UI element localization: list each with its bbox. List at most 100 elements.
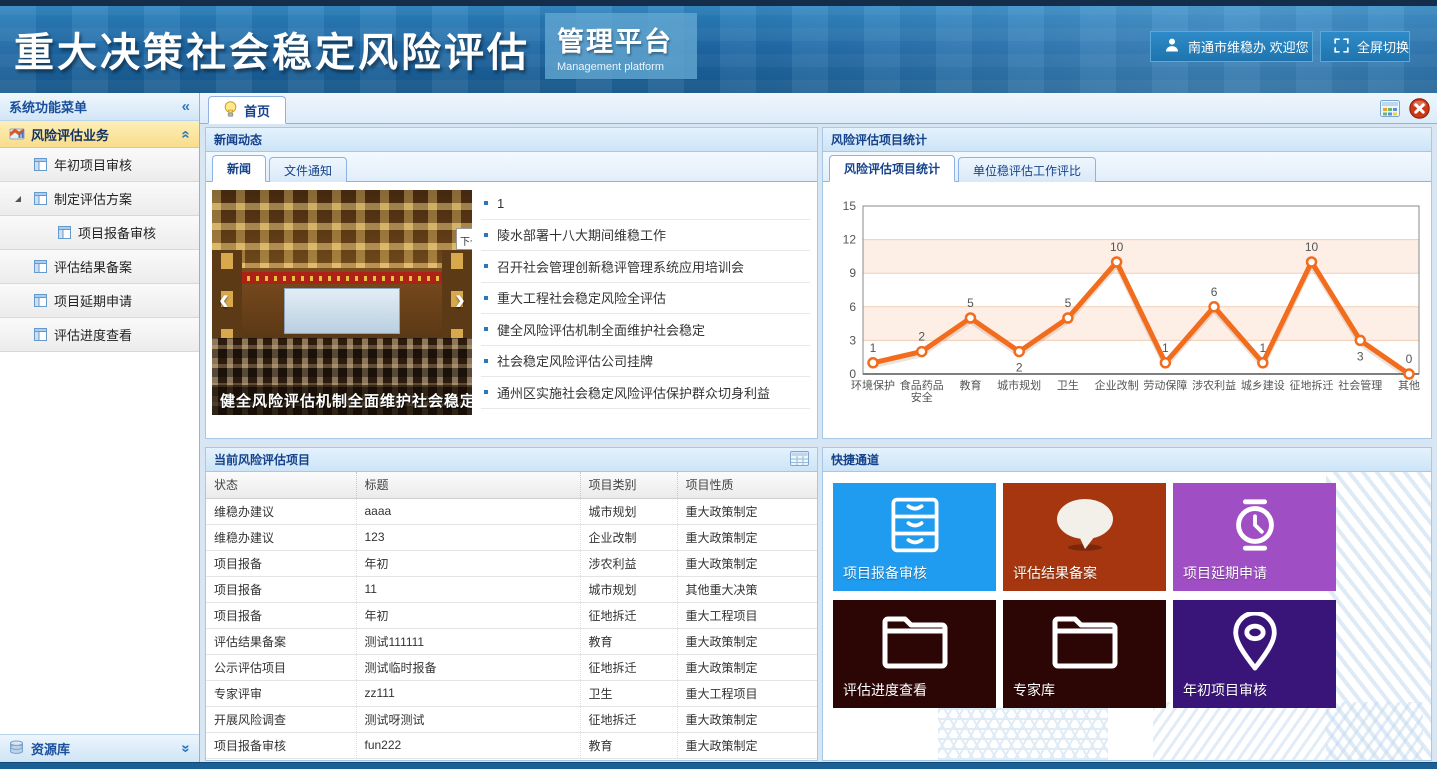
column-header[interactable]: 标题 [356, 472, 580, 498]
form-window-icon [34, 260, 47, 273]
app-window: 重大决策社会稳定风险评估 管理平台 Management platform 南通… [0, 0, 1437, 769]
table-row[interactable]: 项目报备年初涉农利益重大政策制定 [206, 550, 817, 576]
table-row[interactable]: 公示评估项目测试临时报备征地拆迁重大政策制定 [206, 654, 817, 680]
svg-text:卫生: 卫生 [1057, 378, 1079, 392]
quick-tile[interactable]: 评估进度查看 [833, 600, 996, 708]
chevron-down-double-icon[interactable]: » [178, 744, 193, 752]
svg-text:1: 1 [870, 341, 877, 355]
app-subtitle-en: Management platform [557, 61, 685, 73]
column-header[interactable]: 状态 [206, 472, 356, 498]
svg-text:教育: 教育 [959, 378, 981, 392]
svg-text:1: 1 [1162, 341, 1169, 355]
stats-panel-title: 风险评估项目统计 [831, 131, 927, 148]
svg-text:6: 6 [1211, 285, 1218, 299]
table-cell: 维稳办建议 [206, 498, 356, 524]
news-item-title: 召开社会管理创新稳评管理系统应用培训会 [497, 257, 744, 276]
svg-text:9: 9 [849, 266, 856, 280]
table-cell: 重大工程项目 [677, 602, 817, 628]
sidebar-item[interactable]: 项目延期申请 [0, 284, 199, 318]
sidebar-item[interactable]: 年初项目审核 [0, 148, 199, 182]
bullet-icon [484, 201, 488, 205]
table-cell: 评估结果备案 [206, 628, 356, 654]
column-header[interactable]: 项目性质 [677, 472, 817, 498]
table-cell: 测试呀测试 [356, 706, 580, 732]
tab-home[interactable]: 首页 [208, 96, 286, 124]
bottom-stripe [0, 762, 1437, 769]
theme-grid-icon[interactable] [1380, 100, 1400, 117]
sidebar-item[interactable]: 评估结果备案 [0, 250, 199, 284]
table-row[interactable]: 维稳办建议123企业改制重大政策制定 [206, 524, 817, 550]
news-carousel[interactable]: 健全风险评估机制全面维护社会稳定 ‹ › 下一 [212, 190, 472, 415]
table-row[interactable]: 专家评审zz111卫生重大工程项目 [206, 680, 817, 706]
carousel-next-tooltip: 下一 [456, 228, 472, 250]
quick-tile[interactable]: 年初项目审核 [1173, 600, 1336, 708]
subtab[interactable]: 单位稳评估工作评比 [958, 157, 1096, 182]
news-item[interactable]: 通州区实施社会稳定风险评估保护群众切身利益 [481, 377, 810, 409]
app-subtitle: 管理平台 [557, 20, 685, 59]
chevron-left-double-icon[interactable]: « [182, 99, 190, 114]
column-header[interactable]: 项目类别 [580, 472, 677, 498]
table-row[interactable]: 项目报备审核fun222教育重大政策制定 [206, 732, 817, 758]
quick-tile[interactable]: 项目报备审核 [833, 483, 996, 591]
quick-tile[interactable]: 专家库 [1003, 600, 1166, 708]
sidebar-item[interactable]: 项目报备审核 [0, 216, 199, 250]
sidebar-group-risk-assessment[interactable]: 风险评估业务 « [0, 121, 199, 148]
table-row[interactable]: 项目报备11城市规划其他重大决策 [206, 576, 817, 602]
resource-library-label: 资源库 [31, 739, 70, 758]
tab-home-label: 首页 [244, 101, 270, 120]
news-item[interactable]: 召开社会管理创新稳评管理系统应用培训会 [481, 251, 810, 283]
table-icon[interactable] [790, 451, 809, 469]
app-title: 重大决策社会稳定风险评估 [14, 20, 530, 78]
table-row[interactable]: 开展风险调查测试呀测试征地拆迁重大政策制定 [206, 706, 817, 732]
speech-bubble-icon [1050, 495, 1120, 560]
quick-tile[interactable]: 评估结果备案 [1003, 483, 1166, 591]
chevron-up-double-icon[interactable]: « [178, 130, 193, 138]
sidebar-item-resource-library[interactable]: 资源库 » [0, 734, 199, 762]
table-cell: 重大政策制定 [677, 732, 817, 758]
subtab[interactable]: 风险评估项目统计 [829, 155, 955, 182]
news-item-title: 社会稳定风险评估公司挂牌 [497, 351, 653, 370]
fullscreen-toggle-button[interactable]: 全屏切换 [1320, 31, 1410, 62]
news-item[interactable]: 1 [481, 188, 810, 220]
svg-text:环境保护: 环境保护 [851, 378, 895, 392]
quick-tile-label: 评估进度查看 [843, 680, 927, 700]
sidebar-item-label: 评估结果备案 [54, 257, 132, 276]
news-item[interactable]: 社会稳定风险评估公司挂牌 [481, 346, 810, 378]
close-icon[interactable] [1409, 98, 1430, 119]
table-row[interactable]: 评估结果备案测试111111教育重大政策制定 [206, 628, 817, 654]
news-item[interactable]: 陵水部署十八大期间维稳工作 [481, 220, 810, 252]
svg-text:10: 10 [1110, 240, 1124, 254]
sidebar-item-label: 年初项目审核 [54, 155, 132, 174]
quick-tile[interactable]: 项目延期申请 [1173, 483, 1336, 591]
svg-text:劳动保障: 劳动保障 [1143, 378, 1187, 392]
news-item-title: 健全风险评估机制全面维护社会稳定 [497, 320, 705, 339]
svg-text:城乡建设: 城乡建设 [1241, 378, 1285, 392]
subtab[interactable]: 新闻 [212, 155, 266, 182]
subtab[interactable]: 文件通知 [269, 157, 347, 182]
quick-tile-label: 专家库 [1013, 680, 1055, 700]
table-cell: 重大政策制定 [677, 628, 817, 654]
sidebar: 系统功能菜单 « 风险评估业务 « 年初项目审核制定评估方案项目报备审核评估结果… [0, 93, 200, 762]
table-row[interactable]: 项目报备年初征地拆迁重大工程项目 [206, 602, 817, 628]
form-window-icon [58, 226, 71, 239]
svg-text:城市规划: 城市规划 [997, 378, 1041, 392]
sidebar-item[interactable]: 制定评估方案 [0, 182, 199, 216]
table-cell: 开展风险调查 [206, 706, 356, 732]
table-cell: 征地拆迁 [580, 706, 677, 732]
folder-icon [879, 612, 951, 675]
news-item[interactable]: 重大工程社会稳定风险全评估 [481, 283, 810, 315]
fullscreen-expand-icon [1334, 38, 1349, 56]
decorative-pattern [1326, 472, 1431, 760]
table-cell: 企业改制 [580, 524, 677, 550]
svg-text:2: 2 [918, 330, 925, 344]
sidebar-item[interactable]: 评估进度查看 [0, 318, 199, 352]
carousel-photo-screen [284, 288, 400, 334]
news-item[interactable]: 健全风险评估机制全面维护社会稳定 [481, 314, 810, 346]
carousel-photo-banner [238, 272, 446, 284]
user-welcome-button[interactable]: 南通市维稳办 欢迎您 [1150, 31, 1313, 62]
table-row[interactable]: 维稳办建议aaaa城市规划重大政策制定 [206, 498, 817, 524]
table-cell: 年初 [356, 602, 580, 628]
carousel-next-arrow[interactable]: › [455, 285, 465, 315]
carousel-prev-arrow[interactable]: ‹ [219, 285, 229, 315]
subtitle-box: 管理平台 Management platform [545, 13, 697, 79]
